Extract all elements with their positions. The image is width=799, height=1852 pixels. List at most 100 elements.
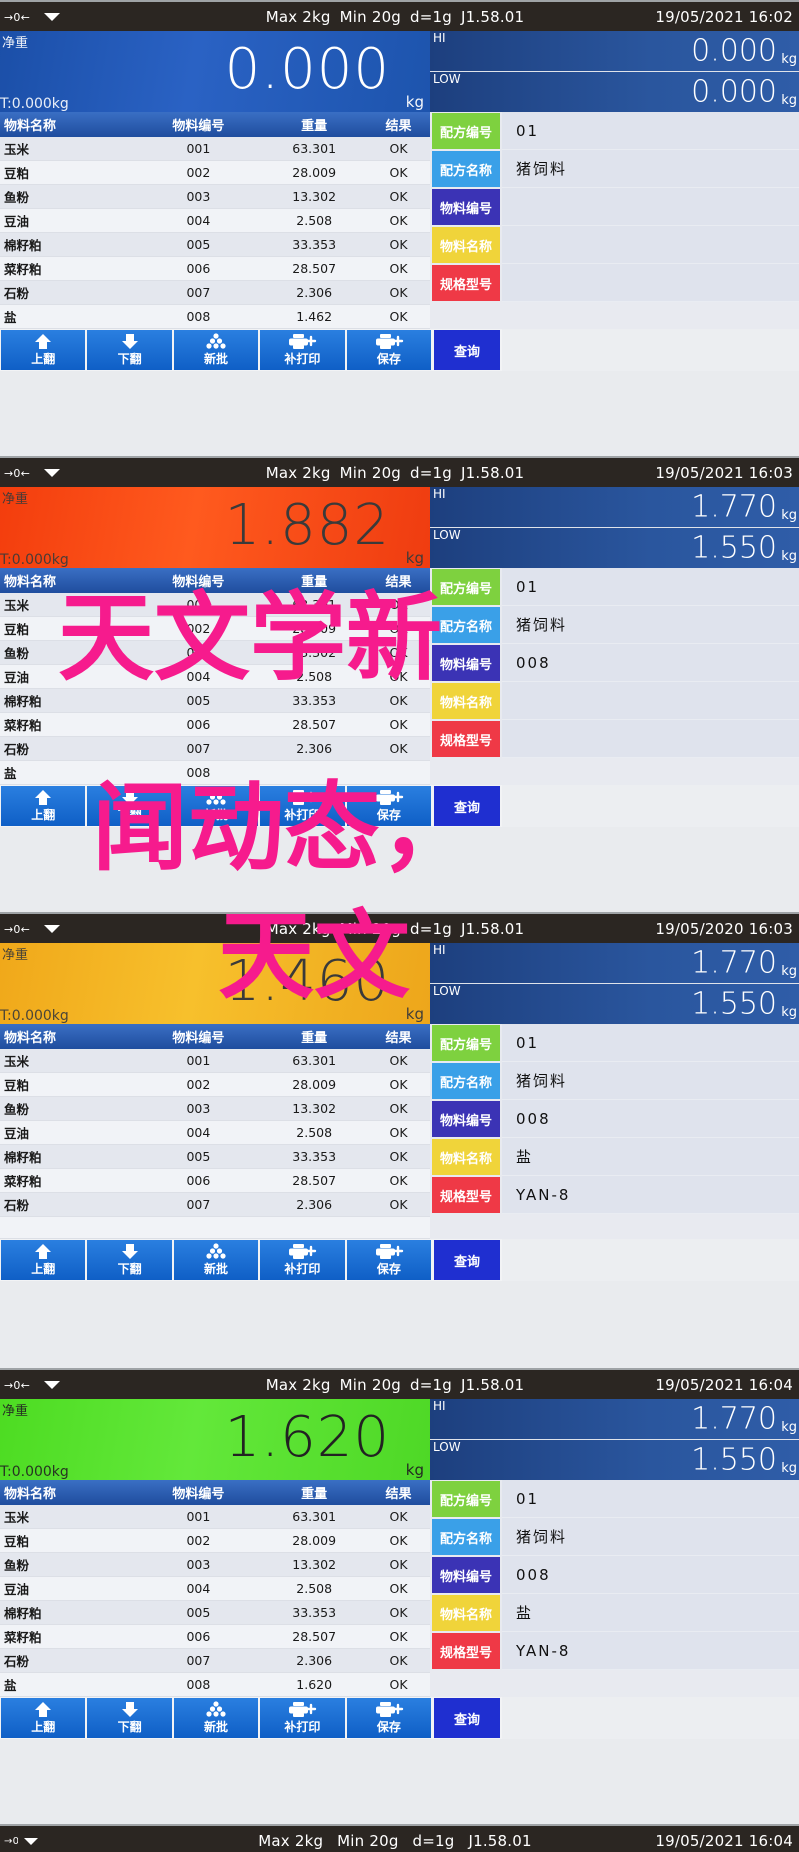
field-value-material_no[interactable]: 008 <box>502 1556 799 1594</box>
table-row[interactable]: 棉籽粕 005 33.353 OK <box>0 1600 430 1625</box>
field-key-material_no[interactable]: 物料编号 <box>432 645 500 681</box>
table-row[interactable]: 玉米 001 63.301 OK <box>0 137 430 161</box>
field-value-material_no[interactable]: 008 <box>502 1100 799 1138</box>
new-batch-button[interactable]: 新批 <box>173 786 259 826</box>
field-key-recipe_name[interactable]: 配方名称 <box>432 151 500 187</box>
field-value-spec_model[interactable]: YAN-8 <box>502 1632 799 1670</box>
table-row[interactable]: 菜籽粕 006 28.507 OK <box>0 1168 430 1193</box>
new-batch-button[interactable]: 新批 <box>173 330 259 370</box>
field-value-material_no[interactable] <box>502 188 799 226</box>
table-row[interactable]: 棉籽粕 005 33.353 OK <box>0 232 430 257</box>
hi-limit[interactable]: HI 1.770 kg <box>430 1399 799 1440</box>
field-key-recipe_name[interactable]: 配方名称 <box>432 1063 500 1099</box>
reprint-button[interactable]: 补打印 <box>260 1240 345 1280</box>
table-row[interactable]: 菜籽粕 006 28.507 OK <box>0 712 430 737</box>
new-batch-button[interactable]: 新批 <box>173 1240 259 1280</box>
field-key-spec_model[interactable]: 规格型号 <box>432 1177 500 1213</box>
field-key-material_name[interactable]: 物料名称 <box>432 227 500 263</box>
query-button[interactable]: 查询 <box>434 786 501 826</box>
page-up-button[interactable]: 上翻 <box>1 786 86 826</box>
query-button[interactable]: 查询 <box>434 1240 501 1280</box>
table-row[interactable]: 鱼粉 003 13.302 OK <box>0 184 430 209</box>
save-button[interactable]: 保存 <box>346 786 432 826</box>
field-value-material_name[interactable] <box>502 682 799 720</box>
field-value-spec_model[interactable]: YAN-8 <box>502 1176 799 1214</box>
table-row[interactable]: 豆油 004 2.508 OK <box>0 1576 430 1601</box>
hi-limit[interactable]: HI 0.000 kg <box>430 31 799 72</box>
table-row[interactable]: 豆油 004 2.508 OK <box>0 1120 430 1145</box>
save-button[interactable]: 保存 <box>346 1240 432 1280</box>
page-down-button[interactable]: 下翻 <box>87 330 172 370</box>
field-key-recipe_no[interactable]: 配方编号 <box>432 1481 500 1517</box>
field-key-recipe_name[interactable]: 配方名称 <box>432 607 500 643</box>
field-key-recipe_no[interactable]: 配方编号 <box>432 1025 500 1061</box>
page-up-button[interactable]: 上翻 <box>1 330 86 370</box>
page-down-button[interactable]: 下翻 <box>87 1698 172 1738</box>
field-key-material_name[interactable]: 物料名称 <box>432 1139 500 1175</box>
hi-limit[interactable]: HI 1.770 kg <box>430 487 799 528</box>
field-value-recipe_no[interactable]: 01 <box>502 1024 799 1062</box>
table-row[interactable]: 豆油 004 2.508 OK <box>0 664 430 689</box>
field-value-recipe_name[interactable]: 猪饲料 <box>502 1062 799 1100</box>
page-down-button[interactable]: 下翻 <box>87 786 172 826</box>
table-row[interactable]: 石粉 007 2.306 OK <box>0 280 430 305</box>
field-key-recipe_name[interactable]: 配方名称 <box>432 1519 500 1555</box>
table-row[interactable]: 盐 008 1.462 OK <box>0 304 430 329</box>
hi-limit[interactable]: HI 1.770 kg <box>430 943 799 984</box>
low-limit[interactable]: LOW 1.550 kg <box>430 984 799 1024</box>
field-value-recipe_name[interactable]: 猪饲料 <box>502 150 799 188</box>
table-row[interactable]: 豆粕 002 28.009 OK <box>0 1072 430 1097</box>
table-row[interactable]: 菜籽粕 006 28.507 OK <box>0 1624 430 1649</box>
field-value-recipe_name[interactable]: 猪饲料 <box>502 1518 799 1556</box>
field-key-material_no[interactable]: 物料编号 <box>432 1557 500 1593</box>
field-value-spec_model[interactable] <box>502 264 799 302</box>
field-value-recipe_no[interactable]: 01 <box>502 568 799 606</box>
table-row[interactable]: 鱼粉 003 13.302 OK <box>0 1552 430 1577</box>
low-limit[interactable]: LOW 0.000 kg <box>430 72 799 112</box>
table-row[interactable]: 玉米 001 63.301 OK <box>0 593 430 617</box>
table-row[interactable]: 石粉 007 2.306 OK <box>0 1192 430 1217</box>
table-row[interactable] <box>0 1216 430 1239</box>
low-limit[interactable]: LOW 1.550 kg <box>430 528 799 568</box>
table-row[interactable]: 棉籽粕 005 33.353 OK <box>0 688 430 713</box>
field-key-spec_model[interactable]: 规格型号 <box>432 1633 500 1669</box>
reprint-button[interactable]: 补打印 <box>260 786 345 826</box>
table-row[interactable]: 鱼粉 003 13.302 OK <box>0 1096 430 1121</box>
field-key-material_no[interactable]: 物料编号 <box>432 1101 500 1137</box>
field-value-recipe_no[interactable]: 01 <box>502 112 799 150</box>
reprint-button[interactable]: 补打印 <box>260 330 345 370</box>
query-button[interactable]: 查询 <box>434 1698 501 1738</box>
field-key-recipe_no[interactable]: 配方编号 <box>432 569 500 605</box>
table-row[interactable]: 鱼粉 003 13.302 OK <box>0 640 430 665</box>
field-value-material_no[interactable]: 008 <box>502 644 799 682</box>
new-batch-button[interactable]: 新批 <box>173 1698 259 1738</box>
table-row[interactable]: 菜籽粕 006 28.507 OK <box>0 256 430 281</box>
table-row[interactable]: 棉籽粕 005 33.353 OK <box>0 1144 430 1169</box>
field-value-spec_model[interactable] <box>502 720 799 758</box>
field-value-recipe_name[interactable]: 猪饲料 <box>502 606 799 644</box>
field-key-material_no[interactable]: 物料编号 <box>432 189 500 225</box>
table-row[interactable]: 豆粕 002 28.009 OK <box>0 160 430 185</box>
table-row[interactable]: 玉米 001 63.301 OK <box>0 1505 430 1529</box>
save-button[interactable]: 保存 <box>346 1698 432 1738</box>
page-down-button[interactable]: 下翻 <box>87 1240 172 1280</box>
field-key-material_name[interactable]: 物料名称 <box>432 1595 500 1631</box>
field-value-recipe_no[interactable]: 01 <box>502 1480 799 1518</box>
query-button[interactable]: 查询 <box>434 330 501 370</box>
field-key-spec_model[interactable]: 规格型号 <box>432 265 500 301</box>
table-row[interactable]: 玉米 001 63.301 OK <box>0 1049 430 1073</box>
reprint-button[interactable]: 补打印 <box>260 1698 345 1738</box>
table-row[interactable]: 盐 008 <box>0 760 430 785</box>
save-button[interactable]: 保存 <box>346 330 432 370</box>
table-row[interactable]: 石粉 007 2.306 OK <box>0 736 430 761</box>
field-value-material_name[interactable]: 盐 <box>502 1138 799 1176</box>
field-value-material_name[interactable]: 盐 <box>502 1594 799 1632</box>
page-up-button[interactable]: 上翻 <box>1 1698 86 1738</box>
table-row[interactable]: 豆油 004 2.508 OK <box>0 208 430 233</box>
table-row[interactable]: 豆粕 002 28.009 OK <box>0 616 430 641</box>
page-up-button[interactable]: 上翻 <box>1 1240 86 1280</box>
table-row[interactable]: 石粉 007 2.306 OK <box>0 1648 430 1673</box>
field-value-material_name[interactable] <box>502 226 799 264</box>
table-row[interactable]: 豆粕 002 28.009 OK <box>0 1528 430 1553</box>
field-key-spec_model[interactable]: 规格型号 <box>432 721 500 757</box>
